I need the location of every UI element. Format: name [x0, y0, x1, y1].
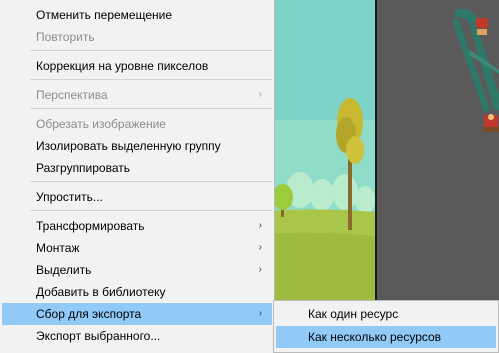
menu-item-redo[interactable]: Повторить [2, 26, 272, 48]
menu-item-label: Обрезать изображение [36, 117, 166, 131]
menu-item-label: Монтаж [36, 241, 80, 255]
chevron-right-icon: › [258, 242, 262, 253]
menu-item-label: Коррекция на уровне пикселов [36, 59, 209, 73]
menu-item-label: Трансформировать [36, 219, 145, 233]
menu-item-pixel-correction[interactable]: Коррекция на уровне пикселов [2, 55, 272, 77]
submenu-item-multiple-assets[interactable]: Как несколько ресурсов [276, 326, 496, 348]
menu-item-isolate-group[interactable]: Изолировать выделенную группу [2, 135, 272, 157]
menu-item-transform[interactable]: Трансформировать › [2, 215, 272, 237]
submenu-item-single-asset[interactable]: Как один ресурс [276, 303, 496, 325]
menu-item-label: Выделить [36, 263, 92, 277]
chevron-right-icon: › [258, 220, 262, 231]
context-menu: Отменить перемещение Повторить Коррекция… [0, 0, 275, 353]
menu-item-perspective[interactable]: Перспектива › [2, 84, 272, 106]
menu-separator [30, 210, 272, 211]
menu-item-arrange[interactable]: Монтаж › [2, 237, 272, 259]
menu-separator [30, 181, 272, 182]
menu-item-export-selection[interactable]: Экспорт выбранного... [2, 325, 272, 347]
submenu-item-label: Как несколько ресурсов [308, 330, 442, 344]
menu-item-select[interactable]: Выделить › [2, 259, 272, 281]
menu-item-label: Перспектива [36, 88, 108, 102]
menu-item-label: Отменить перемещение [36, 8, 173, 22]
menu-separator [30, 79, 272, 80]
menu-item-add-to-library[interactable]: Добавить в библиотеку [2, 281, 272, 303]
menu-item-label: Упростить... [36, 190, 103, 204]
menu-item-simplify[interactable]: Упростить... [2, 186, 272, 208]
submenu-item-label: Как один ресурс [308, 307, 399, 321]
menu-item-undo-move[interactable]: Отменить перемещение [2, 4, 272, 26]
menu-separator [30, 108, 272, 109]
menu-item-collect-for-export[interactable]: Сбор для экспорта › [2, 303, 272, 325]
menu-item-ungroup[interactable]: Разгруппировать [2, 157, 272, 179]
menu-item-label: Разгруппировать [36, 161, 131, 175]
menu-item-label: Сбор для экспорта [36, 307, 142, 321]
menu-item-label: Повторить [36, 30, 95, 44]
chevron-right-icon: › [258, 308, 262, 319]
menu-item-crop-image[interactable]: Обрезать изображение [2, 113, 272, 135]
chevron-right-icon: › [258, 264, 262, 275]
menu-separator [30, 50, 272, 51]
chevron-right-icon: › [258, 89, 262, 100]
menu-item-label: Экспорт выбранного... [36, 329, 161, 343]
collect-for-export-submenu: Как один ресурс Как несколько ресурсов [273, 300, 499, 353]
menu-item-label: Изолировать выделенную группу [36, 139, 221, 153]
menu-item-label: Добавить в библиотеку [36, 285, 166, 299]
